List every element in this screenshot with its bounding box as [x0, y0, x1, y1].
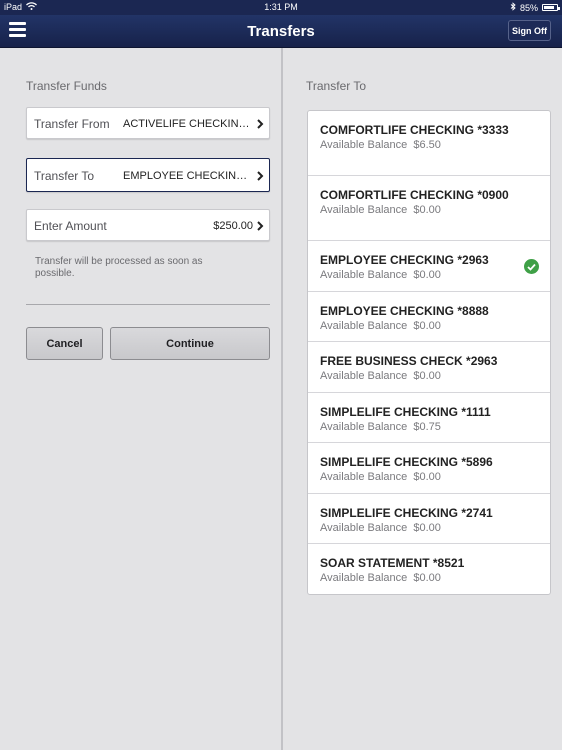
- battery-icon: [542, 4, 560, 11]
- page-title: Transfers: [247, 23, 315, 40]
- account-name: EMPLOYEE CHECKING *2963: [320, 253, 489, 267]
- account-balance: Available Balance $0.75: [320, 421, 441, 433]
- divider-line: [26, 304, 270, 305]
- amount-field[interactable]: Enter Amount $250.00: [26, 209, 270, 241]
- battery-fill: [544, 6, 554, 9]
- status-right: 85%: [510, 2, 560, 13]
- transfer-from-field[interactable]: Transfer From ACTIVELIFE CHECKING *1111: [26, 107, 270, 139]
- amount-label: Enter Amount: [34, 219, 107, 233]
- chevron-right-icon: [256, 117, 264, 129]
- account-balance: Available Balance $0.00: [320, 471, 441, 483]
- account-item[interactable]: SIMPLELIFE CHECKING *5896 Available Bala…: [308, 443, 550, 494]
- chevron-right-icon: [256, 219, 264, 231]
- account-item[interactable]: COMFORTLIFE CHECKING *0900 Available Bal…: [308, 176, 550, 241]
- battery-percent: 85%: [519, 2, 538, 13]
- account-name: COMFORTLIFE CHECKING *3333: [320, 123, 509, 137]
- account-item[interactable]: SIMPLELIFE CHECKING *2741 Available Bala…: [308, 494, 550, 544]
- account-balance: Available Balance $0.00: [320, 370, 441, 382]
- transfer-funds-title: Transfer Funds: [26, 79, 107, 93]
- account-name: SIMPLELIFE CHECKING *1111: [320, 405, 491, 419]
- processing-note: Transfer will be processed as soon as po…: [35, 256, 203, 279]
- account-item-selected[interactable]: EMPLOYEE CHECKING *2963 Available Balanc…: [308, 241, 550, 292]
- account-item[interactable]: SIMPLELIFE CHECKING *1111 Available Bala…: [308, 393, 550, 443]
- amount-value: $250.00: [213, 220, 253, 232]
- account-list: COMFORTLIFE CHECKING *3333 Available Bal…: [307, 110, 551, 595]
- transfer-to-label: Transfer To: [34, 169, 95, 183]
- sign-off-button[interactable]: Sign Off: [508, 20, 551, 41]
- account-balance: Available Balance $0.00: [320, 572, 441, 584]
- transfer-to-title: Transfer To: [306, 79, 367, 93]
- account-name: EMPLOYEE CHECKING *8888: [320, 304, 489, 318]
- transfer-from-label: Transfer From: [34, 117, 110, 131]
- account-item[interactable]: COMFORTLIFE CHECKING *3333 Available Bal…: [308, 111, 550, 176]
- account-balance: Available Balance $0.00: [320, 204, 441, 216]
- account-name: SOAR STATEMENT *8521: [320, 556, 465, 570]
- status-time: 1:31 PM: [264, 2, 298, 12]
- account-name: FREE BUSINESS CHECK *2963: [320, 354, 498, 368]
- transfer-funds-pane: Transfer Funds Transfer From ACTIVELIFE …: [0, 48, 281, 750]
- account-balance: Available Balance $0.00: [320, 320, 441, 332]
- chevron-right-icon: [256, 169, 264, 181]
- account-balance: Available Balance $0.00: [320, 269, 441, 281]
- account-item[interactable]: FREE BUSINESS CHECK *2963 Available Bala…: [308, 342, 550, 393]
- transfer-to-field[interactable]: Transfer To EMPLOYEE CHECKING *2963: [26, 158, 270, 192]
- account-name: COMFORTLIFE CHECKING *0900: [320, 188, 509, 202]
- account-name: SIMPLELIFE CHECKING *2741: [320, 506, 493, 520]
- transfer-to-value: EMPLOYEE CHECKING *2963: [123, 170, 253, 182]
- account-name: SIMPLELIFE CHECKING *5896: [320, 455, 493, 469]
- cancel-button[interactable]: Cancel: [26, 327, 103, 360]
- account-item[interactable]: EMPLOYEE CHECKING *8888 Available Balanc…: [308, 292, 550, 342]
- continue-button[interactable]: Continue: [110, 327, 270, 360]
- status-bar: iPad 1:31 PM 85%: [0, 0, 562, 15]
- bluetooth-icon: [510, 2, 516, 13]
- account-balance: Available Balance $0.00: [320, 522, 441, 534]
- account-balance: Available Balance $6.50: [320, 139, 441, 151]
- checkmark-icon: [524, 259, 539, 274]
- transfer-from-value: ACTIVELIFE CHECKING *1111: [123, 118, 253, 130]
- nav-bar: Transfers Sign Off: [0, 15, 562, 48]
- account-item[interactable]: SOAR STATEMENT *8521 Available Balance $…: [308, 544, 550, 594]
- transfer-to-pane: Transfer To COMFORTLIFE CHECKING *3333 A…: [283, 48, 562, 750]
